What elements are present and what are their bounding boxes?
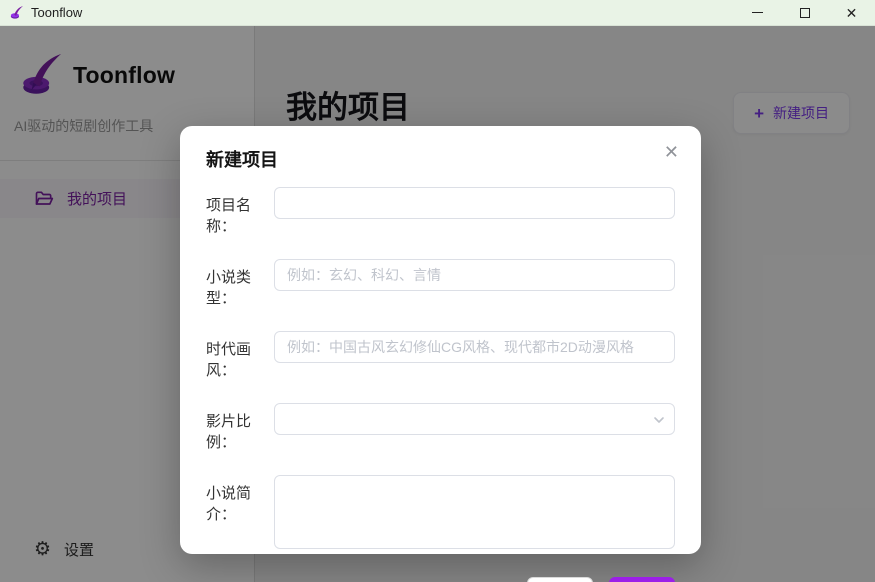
dialog-title: 新建项目 [206, 146, 675, 172]
form-row-synopsis: 小说简介： [206, 475, 675, 554]
close-window-button[interactable]: ✕ [828, 0, 875, 25]
titlebar: Toonflow ✕ [0, 0, 875, 26]
art-style-input[interactable] [274, 331, 675, 363]
form-row-art-style: 时代画风： [206, 331, 675, 380]
new-project-form: 项目名称： 小说类型： 时代画风： [206, 187, 675, 554]
project-name-label: 项目名称： [206, 187, 274, 236]
window-controls: ✕ [734, 0, 875, 25]
novel-type-label: 小说类型： [206, 259, 274, 308]
form-row-project-name: 项目名称： [206, 187, 675, 236]
synopsis-textarea[interactable] [274, 475, 675, 549]
close-window-icon: ✕ [846, 6, 858, 20]
app-body: Toonflow AI驱动的短剧创作工具 我的项目 ⚙ 设置 [0, 26, 875, 582]
aspect-ratio-select[interactable] [274, 403, 675, 435]
app-logo-icon [9, 5, 24, 20]
novel-type-input[interactable] [274, 259, 675, 291]
art-style-label: 时代画风： [206, 331, 274, 380]
dialog-footer: 取 消 确 定 [206, 577, 675, 582]
form-row-aspect-ratio: 影片比例： [206, 403, 675, 452]
new-project-dialog: 新建项目 ✕ 项目名称： 小说类型： 时代画风： [180, 126, 701, 554]
minimize-button[interactable] [734, 0, 781, 25]
cancel-button[interactable]: 取 消 [527, 577, 593, 582]
maximize-button[interactable] [781, 0, 828, 25]
close-dialog-icon[interactable]: ✕ [664, 143, 679, 161]
form-row-novel-type: 小说类型： [206, 259, 675, 308]
minimize-icon [752, 12, 763, 13]
synopsis-label: 小说简介： [206, 475, 274, 524]
chevron-down-icon [653, 413, 665, 431]
app-window: Toonflow ✕ [0, 0, 875, 582]
window-title: Toonflow [31, 5, 82, 20]
project-name-input[interactable] [274, 187, 675, 219]
aspect-ratio-label: 影片比例： [206, 403, 274, 452]
maximize-icon [800, 8, 810, 18]
confirm-button[interactable]: 确 定 [609, 577, 675, 582]
